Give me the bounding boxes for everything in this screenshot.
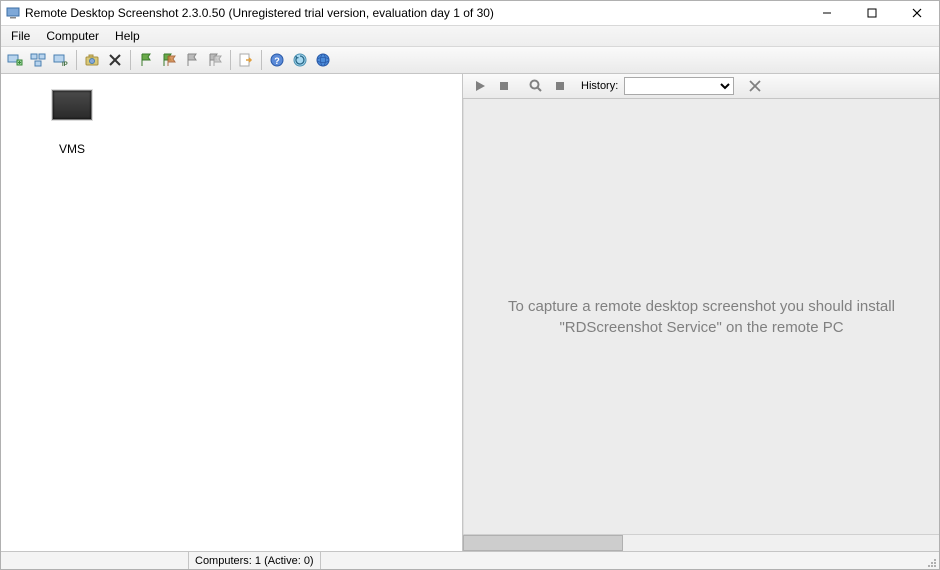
svg-text:?: ? xyxy=(274,56,280,66)
computer-item[interactable]: VMS xyxy=(37,90,107,156)
computers-list-pane[interactable]: VMS xyxy=(1,74,463,551)
window-title: Remote Desktop Screenshot 2.3.0.50 (Unre… xyxy=(25,6,494,20)
main-toolbar: IP ? xyxy=(1,47,939,74)
status-cell-empty xyxy=(1,552,189,569)
svg-text:IP: IP xyxy=(62,62,68,68)
close-button[interactable] xyxy=(894,1,939,25)
preview-message: To capture a remote desktop screenshot y… xyxy=(494,296,909,338)
flag-button-1[interactable] xyxy=(135,49,157,71)
maximize-button[interactable] xyxy=(849,1,894,25)
menu-help[interactable]: Help xyxy=(107,27,148,45)
history-label: History: xyxy=(581,80,618,92)
toolbar-separator xyxy=(261,50,262,70)
minimize-button[interactable] xyxy=(804,1,849,25)
clear-history-button[interactable] xyxy=(744,75,766,97)
menubar: File Computer Help xyxy=(1,25,939,47)
preview-pane: History: To capture a remote desktop scr… xyxy=(463,74,939,551)
preview-area: To capture a remote desktop screenshot y… xyxy=(463,99,939,534)
play-button[interactable] xyxy=(469,75,491,97)
help-button[interactable]: ? xyxy=(266,49,288,71)
titlebar: Remote Desktop Screenshot 2.3.0.50 (Unre… xyxy=(1,1,939,25)
toolbar-separator xyxy=(230,50,231,70)
flag-button-4[interactable] xyxy=(204,49,226,71)
stop-button[interactable] xyxy=(493,75,515,97)
toolbar-separator xyxy=(76,50,77,70)
add-by-ip-button[interactable]: IP xyxy=(50,49,72,71)
update-button[interactable] xyxy=(289,49,311,71)
web-button[interactable] xyxy=(312,49,334,71)
add-computer-button[interactable] xyxy=(4,49,26,71)
flag-button-3[interactable] xyxy=(181,49,203,71)
statusbar: Computers: 1 (Active: 0) xyxy=(1,551,939,569)
menu-file[interactable]: File xyxy=(3,27,38,45)
scan-network-button[interactable] xyxy=(27,49,49,71)
status-computers: Computers: 1 (Active: 0) xyxy=(189,552,321,569)
take-screenshot-button[interactable] xyxy=(81,49,103,71)
delete-button[interactable] xyxy=(104,49,126,71)
toolbar-separator xyxy=(130,50,131,70)
menu-computer[interactable]: Computer xyxy=(38,27,107,45)
computer-thumbnail-icon xyxy=(52,90,92,120)
content-area: VMS History: To capture a remote desktop… xyxy=(1,74,939,551)
export-button[interactable] xyxy=(235,49,257,71)
horizontal-scrollbar[interactable] xyxy=(463,534,939,551)
app-window: Remote Desktop Screenshot 2.3.0.50 (Unre… xyxy=(0,0,940,570)
resize-grip-icon[interactable] xyxy=(923,553,939,569)
flag-button-2[interactable] xyxy=(158,49,180,71)
fit-button[interactable] xyxy=(549,75,571,97)
scrollbar-thumb[interactable] xyxy=(463,535,623,551)
computer-label: VMS xyxy=(37,142,107,156)
zoom-button[interactable] xyxy=(525,75,547,97)
preview-toolbar: History: xyxy=(463,74,939,99)
history-dropdown[interactable] xyxy=(624,77,734,95)
app-icon xyxy=(5,5,21,21)
